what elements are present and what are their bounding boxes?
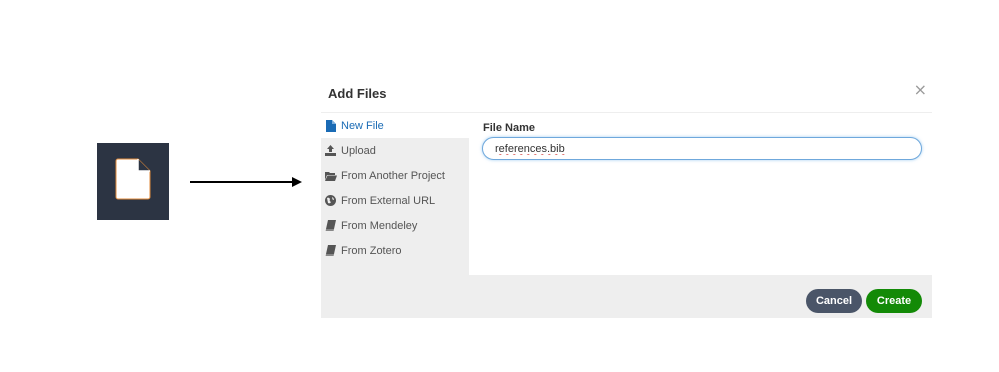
file-name-input[interactable] xyxy=(482,137,922,160)
upload-icon xyxy=(324,144,337,157)
book-icon xyxy=(324,244,337,257)
new-file-panel: File Name xyxy=(469,113,932,275)
sidebar-item-label: From Another Project xyxy=(341,169,445,182)
sidebar-item-from-zotero[interactable]: From Zotero xyxy=(321,238,469,263)
create-button[interactable]: Create xyxy=(866,289,922,313)
sidebar-item-upload[interactable]: Upload xyxy=(321,138,469,163)
sidebar-item-label: Upload xyxy=(341,144,376,157)
dialog-header: Add Files × xyxy=(321,72,932,113)
sidebar-item-new-file[interactable]: New File xyxy=(321,113,469,138)
sidebar-item-label: From External URL xyxy=(341,194,436,207)
sidebar-item-from-mendeley[interactable]: From Mendeley xyxy=(321,213,469,238)
dialog-title: Add Files xyxy=(328,86,387,101)
cancel-button[interactable]: Cancel xyxy=(806,289,862,313)
add-files-dialog: Add Files × New File Upload From Another… xyxy=(321,72,932,318)
book-icon xyxy=(324,219,337,232)
arrow-right-icon xyxy=(190,177,302,187)
sidebar-item-label: From Zotero xyxy=(341,244,402,257)
sidebar-item-from-another-project[interactable]: From Another Project xyxy=(321,163,469,188)
new-file-large-icon xyxy=(115,158,151,205)
dialog-footer: Cancel Create xyxy=(321,275,932,318)
close-icon[interactable]: × xyxy=(914,81,927,99)
folder-open-icon xyxy=(324,169,337,182)
sidebar-item-label: New File xyxy=(341,119,384,132)
file-name-label: File Name xyxy=(483,122,535,134)
globe-icon xyxy=(324,194,337,207)
file-tile xyxy=(97,143,169,220)
file-icon xyxy=(324,119,337,132)
sidebar-item-from-external-url[interactable]: From External URL xyxy=(321,188,469,213)
sidebar: New File Upload From Another Project Fro… xyxy=(321,113,469,275)
sidebar-item-label: From Mendeley xyxy=(341,219,418,232)
